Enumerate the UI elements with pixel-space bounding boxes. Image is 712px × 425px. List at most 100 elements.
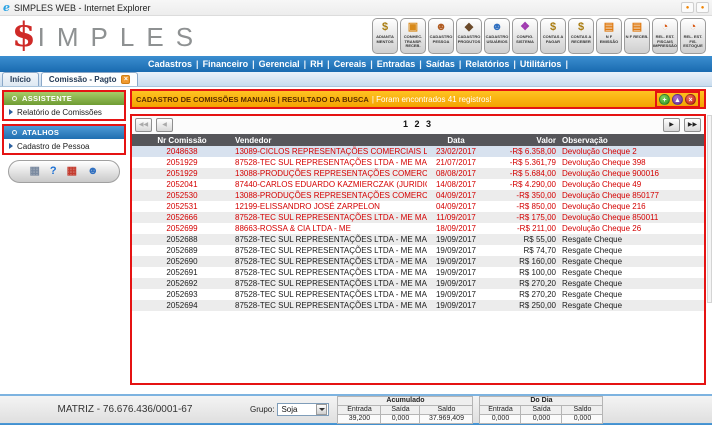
table-row[interactable]: 205253112199-ELISSANDRO JOSÉ ZARPELON04/… bbox=[132, 201, 704, 212]
cell-observacao: Devolução Cheque 900016 bbox=[559, 168, 704, 179]
cell-observacao: Resgate Cheque bbox=[559, 289, 704, 300]
cell-nr-comissao: 2052688 bbox=[132, 234, 232, 245]
table-row[interactable]: 205269487528-TEC SUL REPRESENTAÇÕES LTDA… bbox=[132, 300, 704, 311]
cell-valor: -R$ 211,00 bbox=[485, 223, 559, 234]
calculator-icon[interactable]: ▦ bbox=[29, 166, 39, 177]
browser-titlebar: e SIMPLES WEB - Internet Explorer ● ● bbox=[0, 0, 712, 16]
tab-close-icon[interactable]: × bbox=[121, 75, 130, 84]
nf-emissao-icon: ▤ bbox=[604, 21, 614, 34]
column-header-vendedor[interactable]: Vendedor bbox=[232, 134, 427, 146]
cell-valor: R$ 270,20 bbox=[485, 278, 559, 289]
page-numbers[interactable]: 1 2 3 bbox=[132, 119, 704, 129]
cell-vendedor: 87440-CARLOS EDUARDO KAZMIERCZAK (JURIDI… bbox=[232, 179, 427, 190]
scrollbar[interactable] bbox=[707, 115, 712, 303]
main-panel: CADASTRO DE COMISSÕES MANUAIS | RESULTAD… bbox=[128, 87, 712, 394]
quick-rel-est-fis-estoque-button[interactable]: ◔REL. EST. FIS. ESTOQUE bbox=[680, 18, 706, 54]
user-icon[interactable]: ☻ bbox=[87, 166, 99, 177]
table-row[interactable]: 205269387528-TEC SUL REPRESENTAÇÕES LTDA… bbox=[132, 289, 704, 300]
cell-data: 19/09/2017 bbox=[427, 289, 485, 300]
grupo-select[interactable]: Soja bbox=[277, 403, 329, 416]
last-page-button[interactable]: ▶▶ bbox=[684, 118, 701, 132]
table-row[interactable]: 205269287528-TEC SUL REPRESENTAÇÕES LTDA… bbox=[132, 278, 704, 289]
next-page-button[interactable]: ▶ bbox=[663, 118, 680, 132]
quick-cadastro-usuarios-button[interactable]: ☻CADASTRO USUÁRIOS bbox=[484, 18, 510, 54]
atalhos-title: ATALHOS bbox=[22, 128, 59, 137]
column-header-nr-comissao[interactable]: Nr Comissão bbox=[132, 134, 232, 146]
quick-cadastro-pessoa-button[interactable]: ☻CADASTRO PESSOA bbox=[428, 18, 454, 54]
quick-rel-est-fiscais-impressao-button[interactable]: ◔REL. EST. FISCAIS IMPRESSÃO bbox=[652, 18, 678, 54]
menu-gerencial[interactable]: Gerencial bbox=[255, 59, 304, 69]
table-row[interactable]: 205269187528-TEC SUL REPRESENTAÇÕES LTDA… bbox=[132, 267, 704, 278]
adiantamentos-icon: $ bbox=[382, 21, 388, 34]
add-record-button[interactable]: + bbox=[659, 94, 670, 105]
tab-inicio[interactable]: Início bbox=[2, 72, 39, 86]
cell-observacao: Devolução Cheque 850177 bbox=[559, 190, 704, 201]
menu-cadastros[interactable]: Cadastros bbox=[144, 59, 196, 69]
calendar-icon[interactable]: ▦ bbox=[67, 166, 77, 177]
acumulado-entrada-header: Entrada bbox=[338, 406, 380, 414]
table-row[interactable]: 205192987528-TEC SUL REPRESENTAÇÕES LTDA… bbox=[132, 157, 704, 168]
menu-cereais[interactable]: Cereais bbox=[330, 59, 371, 69]
do-dia-entrada-value: 0,000 bbox=[480, 415, 520, 423]
quick-icon-label: N F RECEB. bbox=[626, 35, 649, 40]
browser-button-2[interactable]: ● bbox=[696, 2, 709, 13]
quick-contas-a-receber-button[interactable]: $CONTAS A RECEBER bbox=[568, 18, 594, 54]
close-panel-button[interactable]: × bbox=[685, 94, 696, 105]
menu-utilitarios[interactable]: Utilitários bbox=[516, 59, 566, 69]
conhec-transporte-receb-icon: ▣ bbox=[408, 21, 418, 34]
tab-label: Comissão - Pagto bbox=[49, 75, 117, 84]
quick-config-sistema-button[interactable]: ❖CONFIG. SISTEMA bbox=[512, 18, 538, 54]
menu-saidas[interactable]: Saídas bbox=[422, 59, 459, 69]
cell-observacao: Resgate Cheque bbox=[559, 278, 704, 289]
move-up-button[interactable]: ▲ bbox=[672, 94, 683, 105]
cell-observacao: Devolução Cheque 49 bbox=[559, 179, 704, 190]
menu-relatorios[interactable]: Relatórios bbox=[461, 59, 513, 69]
contas-a-receber-icon: $ bbox=[578, 21, 584, 34]
quick-nf-receb-button[interactable]: ▤N F RECEB. bbox=[624, 18, 650, 54]
tab-comissao-pagto[interactable]: Comissão - Pagto × bbox=[41, 72, 139, 86]
sidebar-item-cadastro-de-pessoa[interactable]: Cadastro de Pessoa bbox=[4, 139, 124, 153]
menu-financeiro[interactable]: Financeiro bbox=[199, 59, 253, 69]
table-row[interactable]: 204863813089-CICLOS REPRESENTAÇÕES COMER… bbox=[132, 146, 704, 157]
table-row[interactable]: 205192913088-PRODUÇÕES REPRESENTAÇÕES CO… bbox=[132, 168, 704, 179]
cell-valor: -R$ 350,00 bbox=[485, 190, 559, 201]
cell-observacao: Devolução Cheque 2 bbox=[559, 146, 704, 157]
help-icon[interactable]: ? bbox=[50, 166, 57, 177]
table-row[interactable]: 205268987528-TEC SUL REPRESENTAÇÕES LTDA… bbox=[132, 245, 704, 256]
select-dropdown-button[interactable] bbox=[316, 404, 327, 415]
quick-contas-a-pagar-button[interactable]: $CONTAS A PAGAR bbox=[540, 18, 566, 54]
menu-rh[interactable]: RH bbox=[306, 59, 327, 69]
table-row[interactable]: 205204187440-CARLOS EDUARDO KAZMIERCZAK … bbox=[132, 179, 704, 190]
results-count: | Foram encontrados 41 registros! bbox=[372, 95, 492, 104]
cell-vendedor: 13089-CICLOS REPRESENTAÇÕES COMERCIAIS L… bbox=[232, 146, 427, 157]
atalhos-header: ATALHOS bbox=[4, 126, 124, 139]
quick-nf-emissao-button[interactable]: ▤N F EMISSÃO bbox=[596, 18, 622, 54]
cadastro-pessoa-icon: ☻ bbox=[435, 21, 447, 34]
cell-data: 19/09/2017 bbox=[427, 278, 485, 289]
menu-entradas[interactable]: Entradas bbox=[373, 59, 420, 69]
table-row[interactable]: 205266687528-TEC SUL REPRESENTAÇÕES LTDA… bbox=[132, 212, 704, 223]
cell-vendedor: 87528-TEC SUL REPRESENTAÇÕES LTDA - ME M… bbox=[232, 267, 427, 278]
table-row[interactable]: 205269988663-ROSSA & CIA LTDA - ME18/09/… bbox=[132, 223, 704, 234]
cell-observacao: Devolução Cheque 216 bbox=[559, 201, 704, 212]
cell-vendedor: 13088-PRODUÇÕES REPRESENTAÇÕES COMERCIAI… bbox=[232, 168, 427, 179]
quick-cadastro-produtos-button[interactable]: ◆CADASTRO PRODUTOS bbox=[456, 18, 482, 54]
column-header-data[interactable]: Data bbox=[427, 134, 485, 146]
quick-icon-label: REL. EST. FISCAIS IMPRESSÃO bbox=[653, 35, 677, 49]
cell-valor: -R$ 5.361,79 bbox=[485, 157, 559, 168]
sidebar-item-relatorio-de-comissoes[interactable]: Relatório de Comissões bbox=[4, 105, 124, 119]
column-header-observacao[interactable]: Observação bbox=[559, 134, 704, 146]
browser-button-1[interactable]: ● bbox=[681, 2, 694, 13]
grupo-label: Grupo: bbox=[250, 405, 274, 414]
column-header-valor[interactable]: Valor bbox=[485, 134, 559, 146]
table-row[interactable]: 205269087528-TEC SUL REPRESENTAÇÕES LTDA… bbox=[132, 256, 704, 267]
quick-conhec-transporte-receb-button[interactable]: ▣CONHEC. TRANSP. RECEB. bbox=[400, 18, 426, 54]
cell-nr-comissao: 2051929 bbox=[132, 157, 232, 168]
cell-valor: R$ 100,00 bbox=[485, 267, 559, 278]
tab-label: Início bbox=[10, 75, 31, 84]
cell-nr-comissao: 2048638 bbox=[132, 146, 232, 157]
table-row[interactable]: 205268887528-TEC SUL REPRESENTAÇÕES LTDA… bbox=[132, 234, 704, 245]
quick-adiantamentos-button[interactable]: $ADIANTA MENTOS bbox=[372, 18, 398, 54]
cell-nr-comissao: 2052530 bbox=[132, 190, 232, 201]
table-row[interactable]: 205253013088-PRODUÇÕES REPRESENTAÇÕES CO… bbox=[132, 190, 704, 201]
